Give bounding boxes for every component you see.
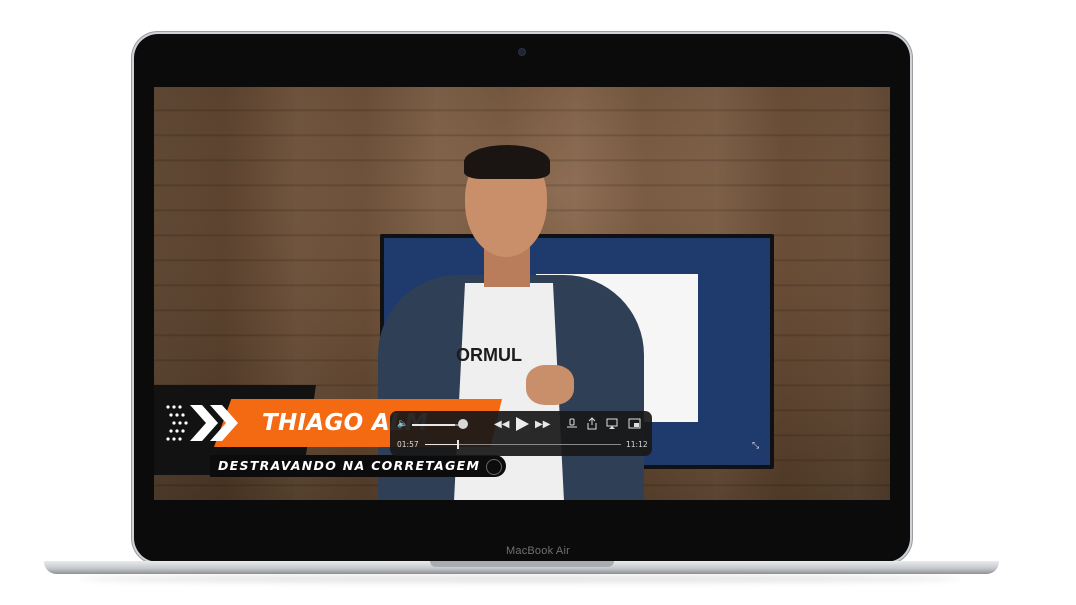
lower-third-subtitle: DESTRAVANDO NA CORRETAGEM — [218, 458, 481, 473]
progress-scrubber[interactable] — [457, 440, 460, 449]
volume-level — [412, 424, 455, 426]
presenter-hand — [526, 365, 574, 405]
total-time: 11:12 — [626, 440, 648, 449]
laptop-shadow — [80, 575, 960, 583]
share-icon[interactable] — [586, 417, 598, 430]
fast-forward-icon[interactable]: ▶▶ — [535, 419, 550, 430]
player-controls: 🔈 ◀◀ ▶▶ 01:57 11:12 — [390, 411, 652, 456]
presenter-hair — [464, 145, 550, 179]
volume-slider[interactable] — [412, 424, 462, 426]
webcam — [519, 49, 525, 55]
shirt-print: ORMUL — [456, 345, 522, 365]
picture-in-picture-icon[interactable] — [628, 418, 641, 429]
channel-logo-icon — [486, 459, 502, 475]
laptop-notch — [430, 561, 614, 567]
speaker-icon[interactable]: 🔈 — [397, 419, 408, 430]
progress-bar[interactable] — [425, 444, 621, 445]
chevron-arrows-icon — [166, 405, 238, 441]
play-icon[interactable] — [514, 416, 530, 432]
audio-route-icon[interactable] — [566, 418, 578, 430]
device-brand-label: MacBook Air — [506, 545, 570, 557]
video-screen[interactable]: EM ORMUL THIAGO ALM DESTRAVANDO NA CORRE… — [154, 87, 890, 500]
volume-knob[interactable] — [458, 419, 468, 429]
resize-handle-icon[interactable]: ⤡ — [752, 440, 759, 451]
elapsed-time: 01:57 — [397, 440, 419, 449]
rewind-icon[interactable]: ◀◀ — [494, 419, 509, 430]
airplay-icon[interactable] — [606, 418, 618, 430]
progress-played — [425, 444, 459, 445]
